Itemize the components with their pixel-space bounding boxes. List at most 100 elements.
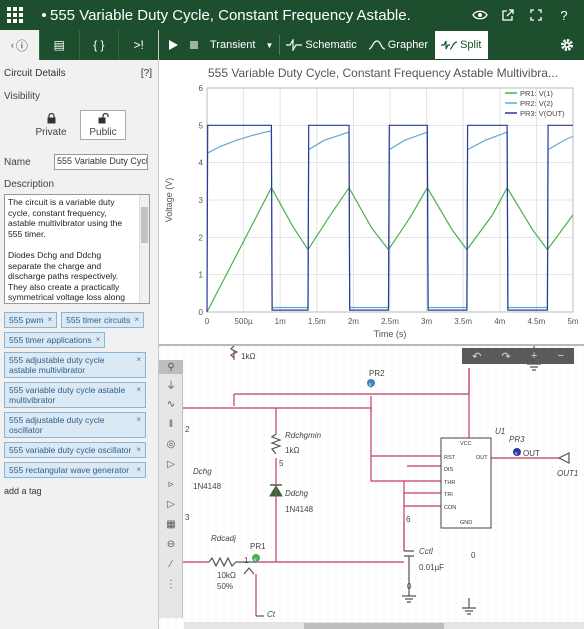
remove-tag-icon[interactable]: × — [136, 355, 141, 365]
tag-chip[interactable]: 555 pwm × — [4, 312, 58, 328]
schematic-horizontal-scrollbar[interactable] — [184, 622, 584, 629]
pr1-label: PR1 — [250, 542, 266, 551]
stop-icon — [190, 41, 198, 49]
ic-pin-vcc: VCC — [460, 441, 472, 447]
undo-button[interactable]: ↶ — [472, 350, 481, 363]
stop-button[interactable] — [184, 30, 204, 60]
analysis-dropdown[interactable]: Transient ▼ — [204, 30, 279, 60]
tag-list: 555 pwm × 555 timer circuits × 555 timer app… — [0, 304, 158, 478]
meter-icon[interactable]: ⊖ — [159, 534, 183, 554]
grid-icon[interactable] — [0, 0, 30, 30]
x-tick-label: 1m — [275, 317, 286, 326]
description-text: The circuit is a variable duty cycle, co… — [8, 197, 126, 303]
fullscreen-icon[interactable] — [526, 5, 546, 25]
zoom-out-button[interactable]: − — [557, 350, 563, 362]
info-tab[interactable]: ‹ ⓘ — [0, 30, 40, 60]
schematic-button[interactable]: Schematic — [280, 30, 362, 60]
ic-icon[interactable]: ▦ — [159, 514, 183, 534]
private-label: Private — [35, 126, 67, 138]
help-link[interactable]: [?] — [141, 68, 152, 79]
transistor-icon[interactable]: ▹ — [159, 474, 183, 494]
remove-tag-icon[interactable]: × — [136, 445, 141, 455]
remove-tag-icon[interactable]: × — [136, 385, 141, 395]
help-icon[interactable]: ? — [554, 5, 574, 25]
ic-pin-out: OUT — [476, 455, 488, 461]
schematic-icon — [286, 39, 303, 51]
remove-tag-icon[interactable]: × — [96, 335, 101, 345]
terminal-icon: >! — [133, 38, 144, 52]
play-button[interactable] — [159, 30, 184, 60]
name-input[interactable]: 555 Variable Duty Cycle — [54, 154, 148, 170]
window-title: 555 Variable Duty Cycle, Constant Freque… — [50, 6, 411, 24]
source-icon[interactable]: ◎ — [159, 434, 183, 454]
tag-label: 555 pwm — [9, 315, 44, 325]
opamp-icon[interactable]: ▷ — [159, 494, 183, 514]
more-icon[interactable]: ⋮ — [159, 574, 183, 594]
tag-chip[interactable]: 555 timer applications × — [4, 332, 106, 348]
tag-chip[interactable]: 555 variable duty cycle oscillator × — [4, 442, 146, 458]
ground-icon[interactable]: ⏚ — [159, 374, 183, 394]
schematic-panel[interactable]: VCC RST OUT DIS THR TRI CON GND v v v v … — [159, 344, 584, 629]
resistor-icon[interactable]: ∿ — [159, 394, 183, 414]
x-tick-label: 4m — [494, 317, 505, 326]
x-tick-label: 5m — [567, 317, 578, 326]
switch-icon[interactable]: ∕ — [159, 554, 183, 574]
tag-label: 555 variable duty cycle astable multivib… — [9, 385, 126, 405]
ic-pin-tri: TRI — [444, 492, 453, 498]
code-icon: { } — [93, 38, 105, 52]
grapher-icon — [368, 40, 385, 50]
play-icon — [169, 40, 178, 50]
description-textarea[interactable]: The circuit is a variable duty cycle, co… — [4, 194, 150, 304]
tag-chip[interactable]: 555 adjustable duty cycle oscillator × — [4, 412, 146, 438]
redo-button[interactable]: ↷ — [501, 350, 510, 363]
chevron-down-icon: ▼ — [265, 40, 274, 50]
analysis-label: Transient — [210, 39, 256, 51]
public-button[interactable]: Public — [80, 110, 126, 140]
legend-entry: PR3: V(OUT) — [520, 109, 565, 118]
info-icon: ⓘ — [15, 38, 28, 53]
document-tab[interactable]: ▤ — [40, 30, 80, 60]
tag-label: 555 adjustable duty cycle astable multiv… — [9, 355, 105, 375]
remove-tag-icon[interactable]: × — [134, 315, 139, 325]
component-sidebar: ⚲ ⏚ ∿ ‖ ◎ ▷ ▹ ▷ ▦ ⊖ ∕ ⋮ — [159, 360, 183, 618]
ct-label: Ct — [267, 610, 276, 619]
tag-chip[interactable]: 555 rectangular wave generator × — [4, 462, 146, 478]
out-port-label: OUT1 — [557, 469, 578, 478]
tag-chip[interactable]: 555 adjustable duty cycle astable multiv… — [4, 352, 146, 378]
ic-pin-con: CON — [444, 505, 456, 511]
grapher-button[interactable]: Grapher — [363, 30, 434, 60]
transient-chart[interactable]: 555 Variable Duty Cycle, Constant Freque… — [159, 60, 584, 344]
private-button[interactable]: Private — [28, 110, 74, 140]
x-tick-label: 500µ — [235, 317, 253, 326]
remove-tag-icon[interactable]: × — [136, 465, 141, 475]
search-icon[interactable]: ⚲ — [159, 360, 183, 374]
left-tabs: ‹ ⓘ ▤ { } >! — [0, 30, 158, 60]
capacitor-icon[interactable]: ‖ — [159, 414, 183, 434]
y-tick-label: 5 — [199, 121, 204, 130]
tag-chip[interactable]: 555 timer circuits × — [61, 312, 145, 328]
name-label: Name — [4, 156, 31, 168]
add-tag-input[interactable]: add a tag — [0, 478, 158, 504]
gear-icon — [561, 39, 573, 51]
settings-button[interactable] — [554, 30, 584, 60]
remove-tag-icon[interactable]: × — [136, 415, 141, 425]
ddchg-value: 1N4148 — [285, 505, 314, 514]
eye-icon[interactable] — [470, 5, 490, 25]
node-0-label-a: 0 — [407, 582, 412, 591]
diode-icon[interactable]: ▷ — [159, 454, 183, 474]
terminal-tab[interactable]: >! — [119, 30, 158, 60]
remove-tag-icon[interactable]: × — [48, 315, 53, 325]
dchg-value: 1N4148 — [193, 482, 222, 491]
schematic-canvas[interactable]: VCC RST OUT DIS THR TRI CON GND v v v v … — [159, 346, 584, 629]
ic-pin-gnd: GND — [460, 520, 472, 526]
split-button[interactable]: Split — [434, 30, 489, 60]
x-tick-label: 3.5m — [454, 317, 472, 326]
zoom-in-button[interactable]: + — [531, 350, 537, 362]
legend-entry: PR1: V(1) — [520, 89, 553, 98]
y-tick-label: 2 — [199, 233, 204, 242]
x-tick-label: 2m — [348, 317, 359, 326]
code-tab[interactable]: { } — [80, 30, 120, 60]
external-link-icon[interactable] — [498, 5, 518, 25]
description-scrollbar[interactable] — [139, 195, 149, 303]
tag-chip[interactable]: 555 variable duty cycle astable multivib… — [4, 382, 146, 408]
